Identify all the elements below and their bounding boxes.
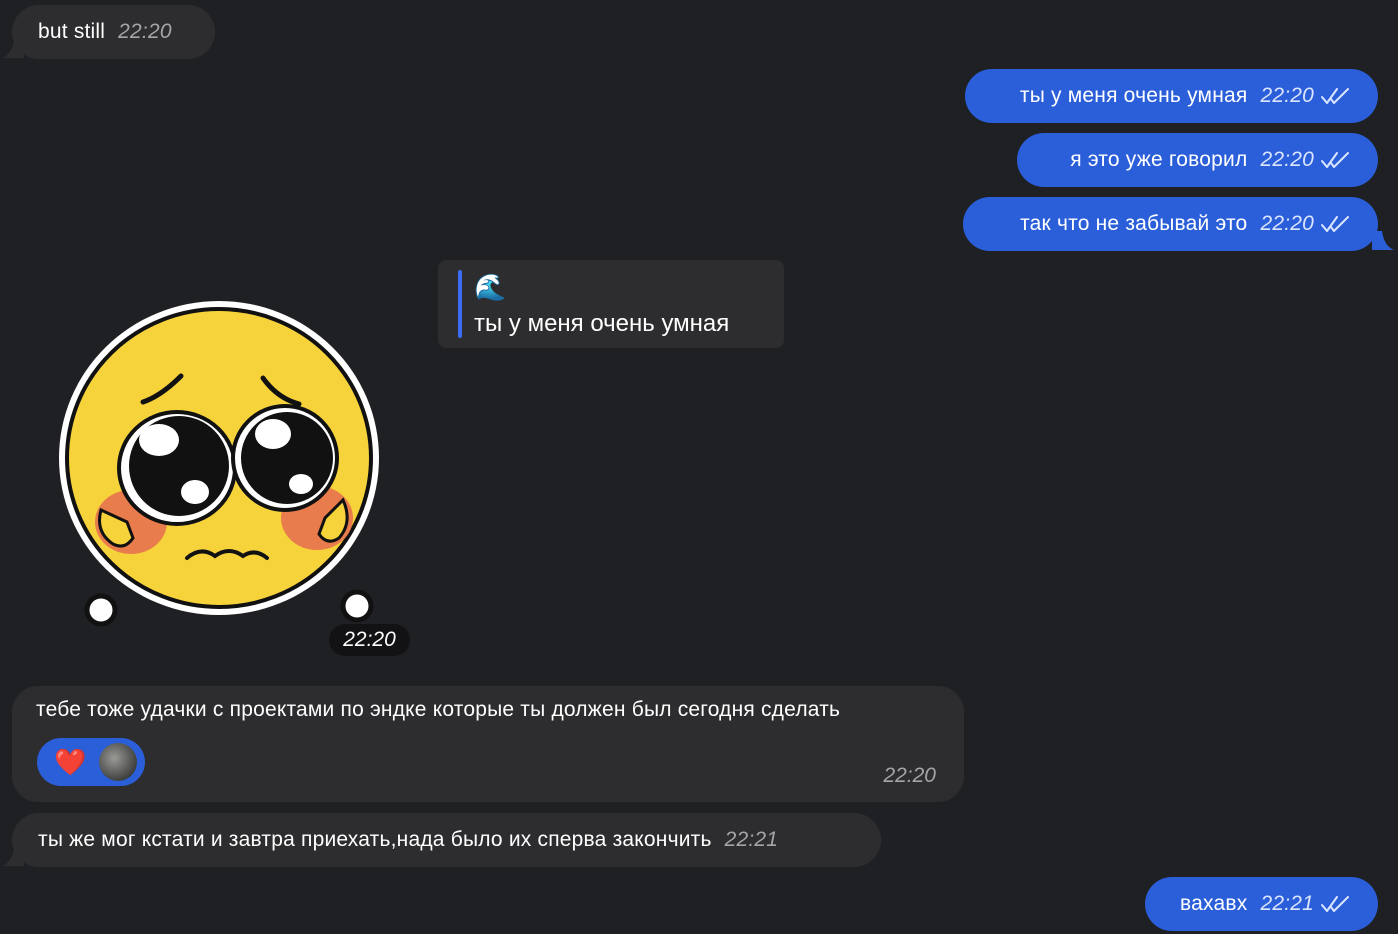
read-checkmarks-icon [1320,87,1350,105]
message-text: я это уже говорил [1070,148,1248,171]
read-checkmarks-icon [1320,215,1350,233]
quote-emoji: 🌊 [474,272,507,302]
bubble-tail [1372,231,1394,250]
bubble-tail [2,40,24,58]
reaction-pill[interactable]: ❤️ [37,738,145,786]
message-bubble-outgoing[interactable]: я это уже говорил 22:20 [1017,133,1378,187]
message-time: 22:20 [1260,148,1314,171]
message-time: 22:20 [118,20,172,43]
message-text: ты же мог кстати и завтра приехать,нада … [38,828,712,851]
sticker[interactable] [55,300,390,630]
message-time: 22:20 [1260,84,1314,107]
message-text: так что не забывай это [1020,212,1248,235]
heart-reaction-icon: ❤️ [54,747,87,777]
message-text: вахавх [1180,892,1248,915]
message-bubble-incoming[interactable]: тебе тоже удачки с проектами по эндке ко… [12,686,964,802]
message-time: 22:20 [1260,212,1314,235]
reply-quote[interactable]: 🌊 ты у меня очень умная [438,260,784,348]
message-bubble-outgoing[interactable]: ты у меня очень умная 22:20 [965,69,1378,123]
sticker-time-badge: 22:20 [329,624,410,656]
quote-bar [458,270,462,338]
message-bubble-incoming[interactable]: ты же мог кстати и завтра приехать,нада … [12,813,881,867]
read-checkmarks-icon [1320,895,1350,913]
pleading-face-sticker-icon [59,301,379,627]
message-text: but still [38,20,106,43]
message-text: ты у меня очень умная [1019,84,1248,107]
message-time: 22:21 [724,828,779,851]
avatar [99,743,137,781]
message-text: тебе тоже удачки с проектами по эндке ко… [36,698,841,721]
sticker-time: 22:20 [343,628,396,651]
message-bubble-outgoing[interactable]: так что не забывай это 22:20 [963,197,1378,251]
message-time: 22:20 [883,764,936,787]
message-time: 22:21 [1260,892,1314,915]
message-bubble-outgoing[interactable]: вахавх 22:21 [1145,877,1378,931]
quote-text: ты у меня очень умная [474,310,730,337]
read-checkmarks-icon [1320,151,1350,169]
bubble-tail [2,848,24,866]
message-bubble-incoming[interactable]: but still 22:20 [12,5,215,59]
